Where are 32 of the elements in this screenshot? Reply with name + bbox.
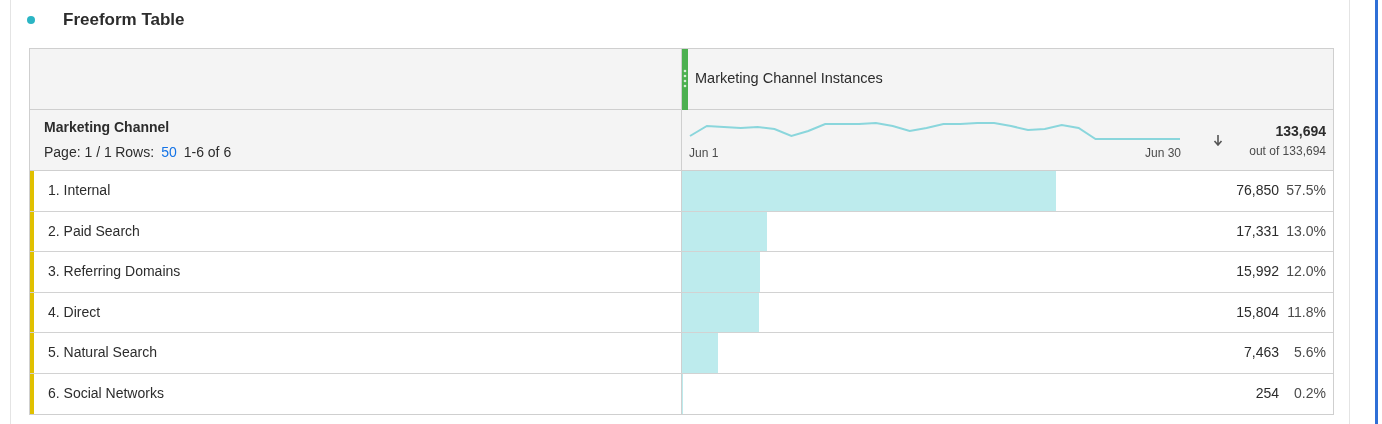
page-label: Page: 1 / 1 xyxy=(44,142,112,162)
row-label[interactable]: 3. Referring Domains xyxy=(48,261,181,283)
sort-descending-icon[interactable] xyxy=(1213,134,1223,146)
metric-value: 17,331 xyxy=(1236,221,1279,241)
percent-value: 12.0% xyxy=(1286,262,1326,282)
status-dot-icon xyxy=(27,16,35,24)
row-label[interactable]: 5. Natural Search xyxy=(48,342,157,364)
row-range: 1-6 of 6 xyxy=(183,142,232,162)
drag-handle-icon[interactable] xyxy=(682,48,688,110)
total-value: 133,694 xyxy=(1274,121,1326,141)
metric-value: 15,804 xyxy=(1236,302,1279,322)
row-label[interactable]: 6. Social Networks xyxy=(48,383,164,405)
panel-title: Freeform Table xyxy=(63,9,185,32)
column-header[interactable]: Marketing Channel Instances xyxy=(695,68,883,90)
rows-label: Rows: xyxy=(115,142,155,162)
column-header[interactable]: Marketing Channel xyxy=(44,117,681,139)
row-label[interactable]: 2. Paid Search xyxy=(48,220,140,242)
axis-label: Jun 1 xyxy=(689,145,719,162)
metric-value: 76,850 xyxy=(1236,181,1279,201)
row-label[interactable]: 4. Direct xyxy=(48,301,101,323)
axis-label: Jun 30 xyxy=(1144,145,1181,162)
percent-value: 0.2% xyxy=(1293,384,1326,404)
metric-value: 7,463 xyxy=(1243,343,1279,363)
percent-value: 57.5% xyxy=(1286,181,1326,201)
percent-value: 13.0% xyxy=(1286,221,1326,241)
metric-value: 254 xyxy=(1255,384,1279,404)
percent-value: 5.6% xyxy=(1293,343,1326,363)
percent-value: 11.8% xyxy=(1286,302,1326,322)
row-label[interactable]: 1. Internal xyxy=(48,180,111,202)
metric-value: 15,992 xyxy=(1236,262,1279,282)
total-caption: out of 133,694 xyxy=(1249,142,1326,160)
rows-per-page-link[interactable]: 50 xyxy=(161,141,177,163)
